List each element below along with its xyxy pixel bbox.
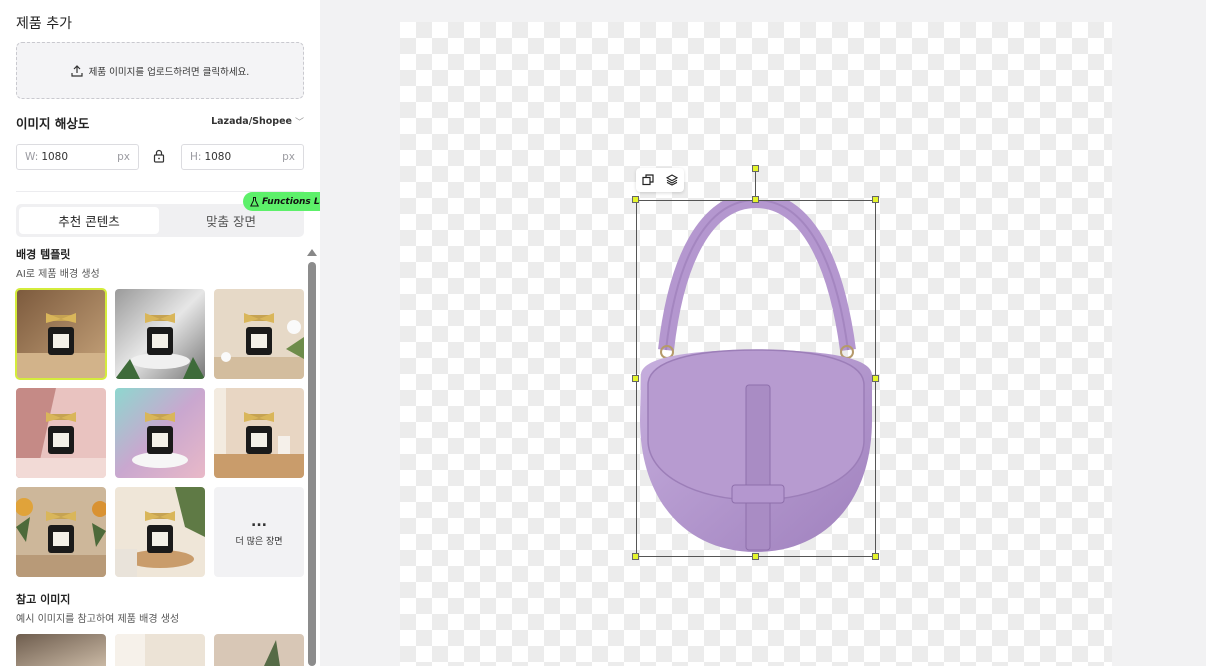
template-thumbnail[interactable] — [16, 388, 106, 478]
template-thumbnail[interactable] — [115, 289, 205, 379]
rotate-handle[interactable] — [752, 165, 759, 172]
layers-icon[interactable] — [665, 173, 679, 187]
height-unit: px — [282, 151, 295, 163]
upload-area[interactable]: 제품 이미지를 업로드하려면 클릭하세요. — [16, 42, 304, 99]
width-prefix: W: — [25, 151, 39, 163]
chevron-down-icon: ﹀ — [294, 118, 304, 128]
resize-handle-top-right[interactable] — [872, 196, 879, 203]
resize-handle-bottom[interactable] — [752, 553, 759, 560]
height-field[interactable]: H: 1080 px — [181, 144, 304, 170]
reference-thumbnail[interactable] — [115, 634, 205, 666]
resize-handle-bottom-left[interactable] — [632, 553, 639, 560]
width-unit: px — [117, 151, 130, 163]
more-scenes-label: 더 많은 장면 — [235, 536, 283, 547]
more-scenes-button[interactable]: ... 더 많은 장면 — [214, 487, 304, 577]
template-thumbnail[interactable] — [115, 388, 205, 478]
width-value: 1080 — [41, 151, 69, 163]
height-prefix: H: — [190, 151, 202, 163]
width-field[interactable]: W: 1080 px — [16, 144, 139, 170]
functions-lab-label: Functions Lab — [262, 196, 320, 207]
resize-handle-left[interactable] — [632, 375, 639, 382]
object-toolbar — [636, 168, 684, 192]
template-thumbnail[interactable] — [16, 487, 106, 577]
resize-handle-top-left[interactable] — [632, 196, 639, 203]
reference-thumbnail[interactable] — [16, 634, 106, 666]
lock-icon[interactable] — [152, 149, 166, 163]
upload-text: 제품 이미지를 업로드하려면 클릭하세요. — [88, 66, 250, 78]
resolution-preset-dropdown[interactable]: Lazada/Shopee ﹀ — [211, 115, 304, 128]
reference-thumbnail[interactable] — [214, 634, 304, 666]
product-image-handbag[interactable] — [636, 200, 876, 557]
scroll-up-arrow[interactable] — [307, 249, 317, 256]
template-thumbnail[interactable] — [15, 288, 107, 380]
resize-handle-top[interactable] — [752, 196, 759, 203]
reference-images-title: 참고 이미지 — [16, 593, 71, 606]
background-templates-title: 배경 템플릿 — [16, 248, 71, 261]
resize-handle-bottom-right[interactable] — [872, 553, 879, 560]
flask-icon — [250, 196, 259, 206]
background-templates-subtitle: AI로 제품 배경 생성 — [16, 269, 100, 280]
upload-icon — [71, 64, 83, 77]
duplicate-icon[interactable] — [641, 173, 655, 187]
resize-handle-right[interactable] — [872, 375, 879, 382]
more-icon: ... — [251, 513, 267, 530]
left-panel: 제품 추가 제품 이미지를 업로드하려면 클릭하세요. 이미지 해상도 Laza… — [0, 0, 320, 666]
add-product-title: 제품 추가 — [16, 16, 72, 32]
resolution-preset-value: Lazada/Shopee — [211, 116, 292, 127]
scrollbar[interactable] — [308, 262, 316, 666]
tab-recommended[interactable]: 추천 콘텐츠 — [19, 207, 159, 234]
template-thumbnail[interactable] — [115, 487, 205, 577]
resolution-title: 이미지 해상도 — [16, 116, 90, 131]
template-thumbnail[interactable] — [214, 388, 304, 478]
tab-custom-scene[interactable]: 맞춤 장면 — [161, 207, 301, 234]
height-value: 1080 — [204, 151, 232, 163]
template-thumbnail[interactable] — [214, 289, 304, 379]
reference-images-subtitle: 예시 이미지를 참고하여 제품 배경 생성 — [16, 614, 180, 625]
functions-lab-badge: Functions Lab — [243, 192, 320, 211]
